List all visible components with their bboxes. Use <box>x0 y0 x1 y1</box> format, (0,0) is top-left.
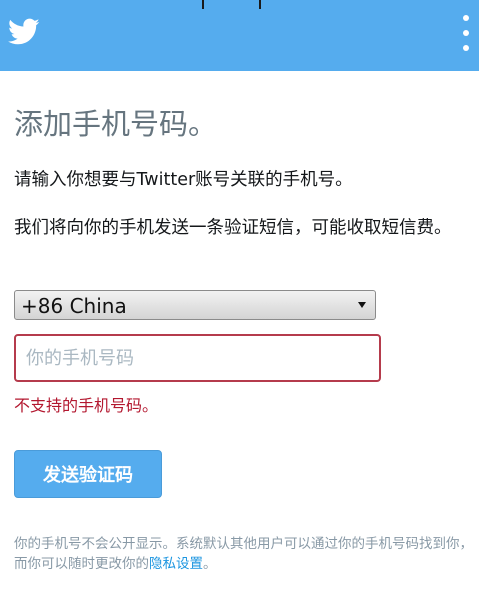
privacy-note-text: 你的手机号不会公开显示。系统默认其他用户可以通过你的手机号码找到你，而你可以随时… <box>14 536 473 572</box>
menu-dot <box>463 30 469 36</box>
privacy-note: 你的手机号不会公开显示。系统默认其他用户可以通过你的手机号码找到你，而你可以随时… <box>14 534 476 574</box>
phone-number-input[interactable] <box>14 334 381 382</box>
country-code-select[interactable]: +86 China <box>14 290 376 320</box>
privacy-note-end: 。 <box>203 556 217 572</box>
country-code-value: +86 China <box>21 294 127 318</box>
more-vertical-icon[interactable] <box>459 15 473 51</box>
status-bar-tick <box>259 0 261 9</box>
twitter-bird-icon[interactable] <box>8 18 40 46</box>
app-header <box>0 0 479 71</box>
dropdown-arrow-icon <box>358 302 366 308</box>
sms-notice-text: 我们将向你的手机发送一条验证短信，可能收取短信费。 <box>14 218 452 238</box>
menu-dot <box>463 45 469 51</box>
status-bar-tick <box>202 0 204 9</box>
page-title: 添加手机号码。 <box>14 107 218 141</box>
error-message: 不支持的手机号码。 <box>14 396 159 415</box>
send-code-button[interactable]: 发送验证码 <box>14 450 162 498</box>
menu-dot <box>463 15 469 21</box>
privacy-settings-link[interactable]: 隐私设置 <box>149 556 203 572</box>
instruction-text: 请输入你想要与Twitter账号关联的手机号。 <box>14 170 353 190</box>
